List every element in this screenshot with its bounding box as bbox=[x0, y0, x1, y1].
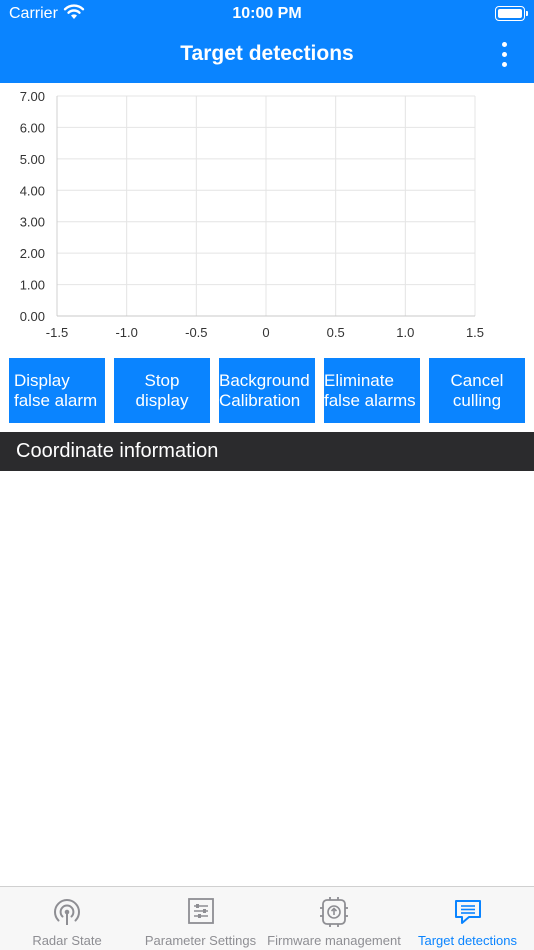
detection-chart: -1.5 -1.0 -0.5 0 0.5 1.0 1.5 0.00 1.00 2.00 3.00 4.… bbox=[20, 89, 484, 340]
x-tick-label: 1.5 bbox=[466, 325, 484, 340]
y-tick-label: 4.00 bbox=[20, 183, 45, 198]
message-icon bbox=[454, 900, 481, 924]
tab-target-detections[interactable]: Target detections bbox=[401, 887, 534, 950]
coordinate-info-header: Coordinate information bbox=[0, 432, 534, 471]
x-tick-label: -1.5 bbox=[46, 325, 68, 340]
y-tick-label: 3.00 bbox=[20, 215, 45, 230]
y-tick-label: 6.00 bbox=[20, 120, 45, 135]
tab-label: Firmware management bbox=[267, 933, 401, 948]
sliders-icon bbox=[187, 898, 214, 924]
more-vertical-icon[interactable] bbox=[494, 40, 516, 70]
tab-parameter-settings[interactable]: Parameter Settings bbox=[134, 887, 267, 950]
y-tick-label: 7.00 bbox=[20, 89, 45, 104]
page-title: Target detections bbox=[180, 42, 354, 65]
button-label-line2: culling bbox=[452, 390, 502, 410]
y-tick-label: 0.00 bbox=[20, 309, 45, 324]
battery-icon bbox=[495, 6, 528, 21]
status-time: 10:00 PM bbox=[232, 5, 302, 22]
navigation-bar: Carrier 10:00 PM Target detections bbox=[0, 0, 534, 83]
eliminate-false-alarms-button[interactable]: Eliminate false alarms bbox=[324, 358, 420, 423]
button-label-line1: Cancel bbox=[450, 370, 504, 390]
button-label-line2: Calibration bbox=[219, 390, 301, 410]
display-false-alarm-button[interactable]: Display false alarm bbox=[9, 358, 105, 423]
y-tick-label: 2.00 bbox=[20, 246, 45, 261]
radar-icon bbox=[54, 899, 80, 925]
y-tick-label: 1.00 bbox=[20, 278, 45, 293]
x-tick-label: 1.0 bbox=[396, 325, 414, 340]
button-label-line1: Eliminate bbox=[324, 370, 394, 390]
x-tick-label: -1.0 bbox=[115, 325, 137, 340]
chip-upload-icon bbox=[320, 897, 348, 927]
tab-label: Target detections bbox=[417, 933, 517, 948]
button-label-line2: display bbox=[135, 390, 189, 410]
background-calibration-button[interactable]: Background Calibration bbox=[219, 358, 315, 423]
x-tick-label: 0 bbox=[262, 325, 269, 340]
button-label-line2: false alarm bbox=[14, 390, 98, 410]
button-label-line1: Display bbox=[14, 370, 70, 390]
cancel-culling-button[interactable]: Cancel culling bbox=[429, 358, 525, 423]
button-label-line1: Background bbox=[219, 370, 310, 390]
tab-label: Radar State bbox=[32, 933, 102, 948]
y-tick-label: 5.00 bbox=[20, 152, 45, 167]
x-tick-label: -0.5 bbox=[185, 325, 207, 340]
tab-bar: Radar State Parameter Settings Firmware … bbox=[0, 886, 534, 950]
tab-firmware-management[interactable]: Firmware management bbox=[267, 887, 401, 950]
status-bar: Carrier 10:00 PM bbox=[0, 0, 534, 28]
button-label-line1: Stop bbox=[144, 370, 180, 390]
button-label-line2: false alarms bbox=[324, 390, 416, 410]
x-tick-label: 0.5 bbox=[327, 325, 345, 340]
tab-label: Parameter Settings bbox=[144, 933, 257, 948]
tab-radar-state[interactable]: Radar State bbox=[0, 887, 134, 950]
stop-display-button[interactable]: Stop display bbox=[114, 358, 210, 423]
